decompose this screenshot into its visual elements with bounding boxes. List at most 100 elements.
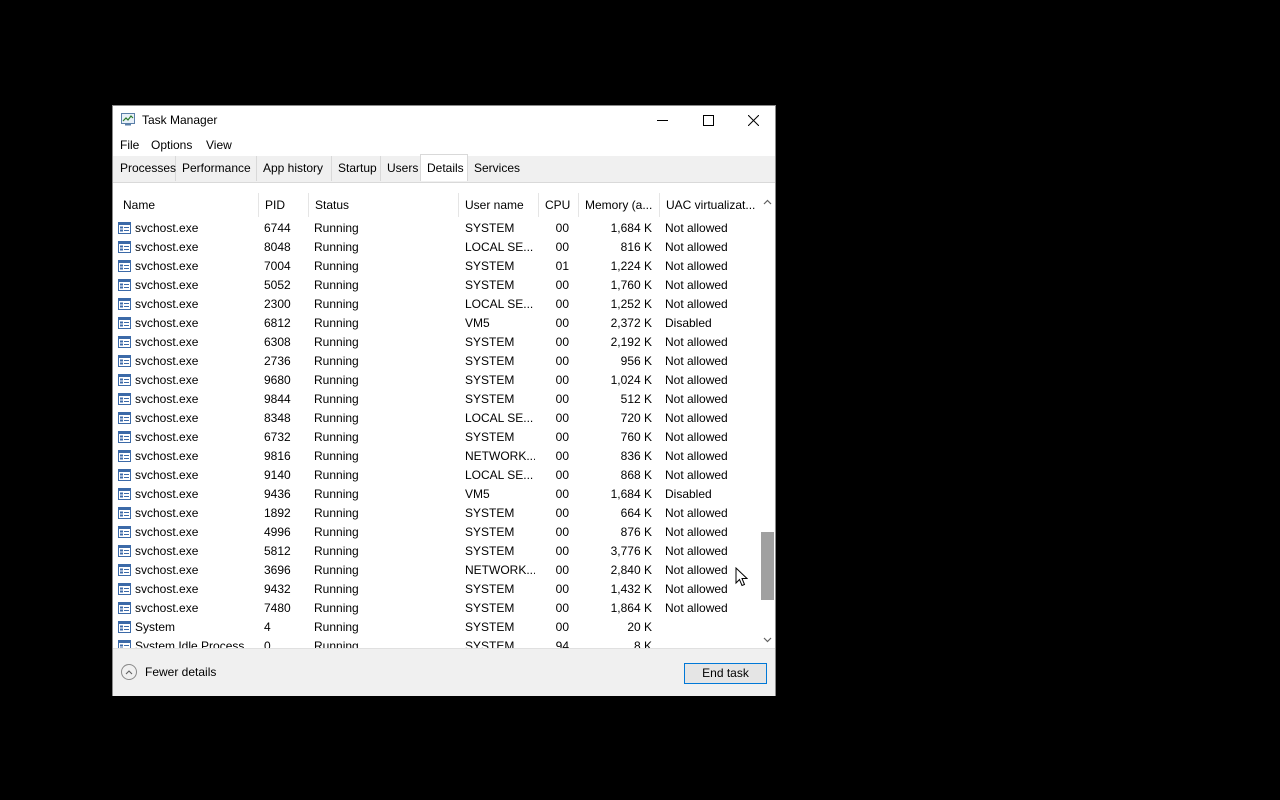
- cell-pid: 9436: [264, 487, 291, 501]
- table-row[interactable]: System Idle Process 0 Running SYSTEM 94 8 K: [113, 637, 758, 648]
- column-header-uac[interactable]: UAC virtualizat...: [660, 193, 758, 217]
- column-header-cpu[interactable]: CPU: [539, 193, 579, 217]
- table-row[interactable]: svchost.exe 9436 Running VM5 00 1,684 K Disabl…: [113, 485, 758, 504]
- window-title: Task Manager: [142, 113, 218, 127]
- table-row[interactable]: svchost.exe 5812 Running SYSTEM 00 3,776 K Not…: [113, 542, 758, 561]
- table-row[interactable]: svchost.exe 4996 Running SYSTEM 00 876 K Not a…: [113, 523, 758, 542]
- maximize-icon: [702, 114, 714, 126]
- cell-pid: 9816: [264, 449, 291, 463]
- cell-memory: 512 K: [620, 392, 652, 406]
- cell-name: svchost.exe: [135, 525, 199, 539]
- fewer-details-link[interactable]: Fewer details: [121, 664, 216, 680]
- maximize-button[interactable]: [685, 106, 731, 134]
- cell-cpu: 00: [555, 544, 569, 558]
- cell-cpu: 00: [555, 620, 569, 634]
- cell-cpu: 00: [555, 449, 569, 463]
- column-header-status[interactable]: Status: [309, 193, 459, 217]
- cell-user-name: SYSTEM: [465, 506, 515, 520]
- table-row[interactable]: svchost.exe 7480 Running SYSTEM 00 1,864 K Not…: [113, 599, 758, 618]
- tab-services[interactable]: Services: [468, 156, 524, 181]
- cell-name: svchost.exe: [135, 221, 199, 235]
- cell-user-name: SYSTEM: [465, 221, 515, 235]
- table-row[interactable]: svchost.exe 9140 Running LOCAL SE... 00 868 K…: [113, 466, 758, 485]
- cell-cpu: 00: [555, 316, 569, 330]
- cell-memory: 1,224 K: [610, 259, 652, 273]
- cell-user-name: SYSTEM: [465, 620, 515, 634]
- cell-user-name: SYSTEM: [465, 278, 515, 292]
- cell-name: svchost.exe: [135, 335, 199, 349]
- tab-processes[interactable]: Processes: [114, 156, 176, 181]
- table-row[interactable]: svchost.exe 8048 Running LOCAL SE... 00 816 K…: [113, 238, 758, 257]
- cell-memory: 836 K: [620, 449, 652, 463]
- minimize-button[interactable]: [639, 106, 685, 134]
- table-row[interactable]: svchost.exe 9844 Running SYSTEM 00 512 K Not a…: [113, 390, 758, 409]
- table-row[interactable]: svchost.exe 2300 Running LOCAL SE... 00 1,252…: [113, 295, 758, 314]
- process-window-icon: [118, 222, 131, 234]
- cell-user-name: SYSTEM: [465, 601, 515, 615]
- cell-cpu: 01: [555, 259, 569, 273]
- cell-status: Running: [314, 335, 359, 349]
- tab-users[interactable]: Users: [381, 156, 421, 181]
- column-header-memory[interactable]: Memory (a...: [579, 193, 660, 217]
- cell-pid: 5812: [264, 544, 291, 558]
- cell-memory: 720 K: [620, 411, 652, 425]
- end-task-button[interactable]: End task: [684, 663, 767, 684]
- cell-cpu: 00: [555, 240, 569, 254]
- cell-memory: 8 K: [633, 639, 652, 648]
- tab-startup[interactable]: Startup: [332, 156, 381, 181]
- table-row[interactable]: svchost.exe 5052 Running SYSTEM 00 1,760 K Not…: [113, 276, 758, 295]
- table-row[interactable]: System 4 Running SYSTEM 00 20 K: [113, 618, 758, 637]
- cell-memory: 1,760 K: [610, 278, 652, 292]
- cell-pid: 9680: [264, 373, 291, 387]
- scroll-down-icon[interactable]: [762, 634, 773, 645]
- cell-status: Running: [314, 411, 359, 425]
- process-window-icon: [118, 507, 131, 519]
- menu-file[interactable]: File: [120, 138, 139, 152]
- menu-view[interactable]: View: [206, 138, 232, 152]
- table-row[interactable]: svchost.exe 6744 Running SYSTEM 00 1,684 K Not…: [113, 219, 758, 238]
- tab-strip: Processes Performance App history Startu…: [113, 154, 775, 183]
- cell-status: Running: [314, 278, 359, 292]
- scroll-up-icon[interactable]: [762, 197, 773, 208]
- cell-status: Running: [314, 506, 359, 520]
- cell-memory: 1,432 K: [610, 582, 652, 596]
- table-row[interactable]: svchost.exe 8348 Running LOCAL SE... 00 720 K…: [113, 409, 758, 428]
- column-header-user-name[interactable]: User name: [459, 193, 539, 217]
- menu-options[interactable]: Options: [151, 138, 192, 152]
- cell-pid: 7480: [264, 601, 291, 615]
- table-row[interactable]: svchost.exe 3696 Running NETWORK... 00 2,840 …: [113, 561, 758, 580]
- cell-pid: 7004: [264, 259, 291, 273]
- cell-uac-virtualization: Not allowed: [665, 354, 728, 368]
- column-header-pid[interactable]: PID: [259, 193, 309, 217]
- scroll-thumb[interactable]: [761, 532, 774, 600]
- task-manager-app-icon: [121, 113, 135, 126]
- cell-uac-virtualization: Disabled: [665, 487, 712, 501]
- cell-uac-virtualization: Not allowed: [665, 259, 728, 273]
- table-row[interactable]: svchost.exe 1892 Running SYSTEM 00 664 K Not a…: [113, 504, 758, 523]
- table-row[interactable]: svchost.exe 9680 Running SYSTEM 00 1,024 K Not…: [113, 371, 758, 390]
- table-row[interactable]: svchost.exe 7004 Running SYSTEM 01 1,224 K Not…: [113, 257, 758, 276]
- column-header-name[interactable]: Name: [117, 193, 259, 217]
- cell-user-name: NETWORK...: [465, 563, 535, 577]
- cell-memory: 2,372 K: [610, 316, 652, 330]
- tab-details[interactable]: Details: [420, 154, 468, 181]
- table-row[interactable]: svchost.exe 9432 Running SYSTEM 00 1,432 K Not…: [113, 580, 758, 599]
- cell-user-name: SYSTEM: [465, 354, 515, 368]
- process-window-icon: [118, 412, 131, 424]
- table-row[interactable]: svchost.exe 9816 Running NETWORK... 00 836 K N…: [113, 447, 758, 466]
- cell-pid: 9432: [264, 582, 291, 596]
- process-window-icon: [118, 564, 131, 576]
- cell-uac-virtualization: Not allowed: [665, 392, 728, 406]
- cell-pid: 6732: [264, 430, 291, 444]
- cell-name: svchost.exe: [135, 506, 199, 520]
- tab-performance[interactable]: Performance: [176, 156, 257, 181]
- cell-status: Running: [314, 563, 359, 577]
- vertical-scrollbar[interactable]: [760, 193, 775, 648]
- table-row[interactable]: svchost.exe 2736 Running SYSTEM 00 956 K Not a…: [113, 352, 758, 371]
- table-row[interactable]: svchost.exe 6732 Running SYSTEM 00 760 K Not a…: [113, 428, 758, 447]
- tab-app-history[interactable]: App history: [257, 156, 332, 181]
- table-row[interactable]: svchost.exe 6812 Running VM5 00 2,372 K Disabl…: [113, 314, 758, 333]
- close-button[interactable]: [730, 106, 776, 134]
- table-row[interactable]: svchost.exe 6308 Running SYSTEM 00 2,192 K Not…: [113, 333, 758, 352]
- title-bar[interactable]: Task Manager: [113, 106, 775, 134]
